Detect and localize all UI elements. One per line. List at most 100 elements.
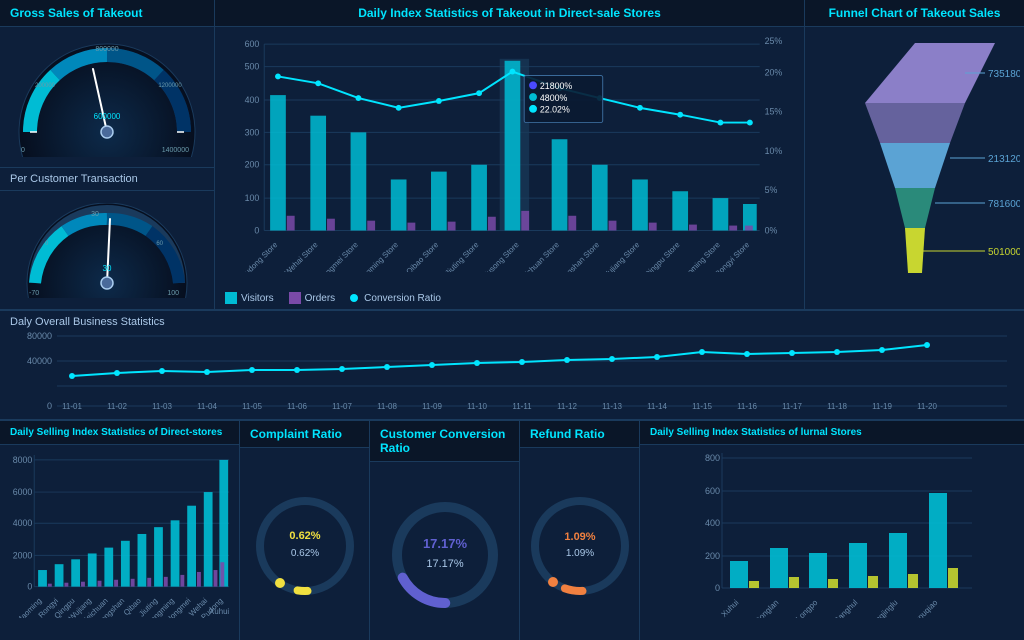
middle-row: Daly Overall Business Statistics 80000 4… — [0, 310, 1024, 420]
conversion-chart: 17.17% 17.17% — [370, 462, 519, 640]
conversion-color — [350, 294, 358, 302]
svg-text:0.62%: 0.62% — [289, 530, 320, 542]
direct-chart-svg: 0 2000 4000 6000 8000 — [5, 448, 234, 618]
svg-text:17.17%: 17.17% — [422, 536, 467, 551]
svg-text:22.02%: 22.02% — [540, 105, 570, 115]
svg-text:8000: 8000 — [13, 455, 33, 465]
svg-text:Wehai Store: Wehai Store — [283, 240, 320, 272]
svg-text:20%: 20% — [765, 67, 783, 77]
overall-chart-svg: 80000 40000 0 — [10, 331, 1014, 411]
svg-text:11-19: 11-19 — [872, 402, 892, 411]
direct-stores-chart: 0 2000 4000 6000 8000 — [0, 445, 239, 640]
gross-sales-title: Gross Sales of Takeout — [0, 0, 214, 27]
svg-text:Xuhui: Xuhui — [209, 607, 229, 616]
svg-text:Hongmei Store: Hongmei Store — [317, 240, 360, 272]
svg-text:4000: 4000 — [13, 518, 33, 528]
svg-text:300: 300 — [245, 127, 260, 137]
svg-text:30: 30 — [102, 264, 111, 273]
svg-text:11-12: 11-12 — [557, 402, 577, 411]
orders-color — [289, 292, 301, 304]
svg-text:600: 600 — [245, 39, 260, 49]
svg-text:500: 500 — [245, 62, 260, 72]
svg-text:5%: 5% — [765, 185, 778, 195]
svg-text:Longming Store: Longming Store — [355, 240, 400, 272]
svg-text:Pudong Store: Pudong Store — [239, 240, 279, 272]
svg-text:11-15: 11-15 — [692, 402, 712, 411]
svg-text:6000: 6000 — [13, 487, 33, 497]
legend-orders: Orders — [289, 292, 336, 304]
refund-title: Refund Ratio — [520, 421, 639, 448]
svg-text:11-08: 11-08 — [377, 402, 397, 411]
gross-sales-gauge-container: 0 800000 1400000 200000 1200000 600000 — [0, 27, 214, 167]
svg-text:200000: 200000 — [34, 83, 55, 89]
svg-text:11-17: 11-17 — [782, 402, 802, 411]
conversion-label: Conversion Ratio — [364, 293, 441, 304]
svg-text:-70: -70 — [29, 290, 39, 297]
svg-text:60: 60 — [156, 241, 163, 247]
svg-text:100: 100 — [245, 193, 260, 203]
svg-text:1.09%: 1.09% — [564, 531, 595, 543]
complaint-title: Complaint Ratio — [240, 421, 369, 448]
lurnal-chart-svg: 0 200 400 600 800 — [645, 448, 1019, 618]
svg-text:4800%: 4800% — [540, 93, 568, 103]
svg-text:80000: 80000 — [27, 331, 52, 341]
svg-text:11-06: 11-06 — [287, 402, 307, 411]
dashboard: Gross Sales of Takeout — [0, 0, 1024, 640]
svg-text:7351800%: 7351800% — [988, 69, 1020, 80]
complaint-gauge-svg: 0.62% 0.62% — [250, 491, 360, 601]
svg-text:100: 100 — [167, 290, 179, 297]
svg-text:600000: 600000 — [93, 112, 120, 121]
svg-text:0: 0 — [715, 583, 720, 593]
svg-text:10%: 10% — [765, 146, 783, 156]
svg-text:600: 600 — [705, 486, 720, 496]
lurnal-panel: Daily Selling Index Statistics of lurnal… — [640, 421, 1024, 640]
svg-text:Qibao Store: Qibao Store — [404, 240, 440, 272]
conversion-title: Customer Conversion Ratio — [370, 421, 519, 462]
svg-text:17.17%: 17.17% — [426, 558, 464, 570]
svg-text:0: 0 — [254, 225, 259, 235]
refund-gauge-svg: 1.09% 1.09% — [525, 488, 635, 603]
funnel-title: Funnel Chart of Takeout Sales — [805, 0, 1024, 27]
svg-text:2131200%: 2131200% — [988, 154, 1020, 165]
svg-text:Dapuqiao: Dapuqiao — [909, 598, 940, 618]
svg-text:15%: 15% — [765, 107, 783, 117]
svg-text:25%: 25% — [765, 36, 783, 46]
svg-text:11-20: 11-20 — [917, 402, 937, 411]
per-customer-gauge-container: -70 30 100 0 60 30 — [0, 190, 214, 309]
svg-text:0: 0 — [47, 401, 52, 411]
svg-text:11-10: 11-10 — [467, 402, 487, 411]
svg-text:1200000: 1200000 — [158, 83, 182, 89]
svg-text:1.09%: 1.09% — [565, 548, 593, 559]
svg-text:11-13: 11-13 — [602, 402, 622, 411]
conversion-panel: Customer Conversion Ratio 17.17% 17.17% — [370, 421, 520, 640]
svg-text:11-16: 11-16 — [737, 402, 757, 411]
overall-title: Daly Overall Business Statistics — [10, 316, 1014, 328]
svg-text:11-02: 11-02 — [107, 402, 127, 411]
complaint-panel: Complaint Ratio 0.62% 0.62% — [240, 421, 370, 640]
svg-text:Wujiang Store: Wujiang Store — [600, 240, 641, 272]
svg-text:800000: 800000 — [95, 46, 118, 53]
svg-text:Donglan: Donglan — [753, 598, 780, 618]
visitors-label: Visitors — [241, 293, 274, 304]
bar-chart-area: 0 100 200 300 400 500 600 0% 5% 10% 15% … — [215, 27, 804, 287]
svg-text:Qingpu Store: Qingpu Store — [643, 240, 682, 272]
svg-text:2000: 2000 — [13, 550, 33, 560]
lurnal-chart: 0 200 400 600 800 — [640, 445, 1024, 640]
svg-text:0%: 0% — [765, 225, 778, 235]
top-row: Gross Sales of Takeout — [0, 0, 1024, 310]
refund-chart: 1.09% 1.09% — [520, 448, 639, 640]
per-customer-title: Per Customer Transaction — [0, 167, 214, 190]
svg-text:0: 0 — [27, 582, 32, 592]
svg-text:Ganghul: Ganghul — [832, 598, 860, 618]
svg-text:11-04: 11-04 — [197, 402, 217, 411]
legend-visitors: Visitors — [225, 292, 274, 304]
svg-text:Husong Store: Husong Store — [481, 240, 521, 272]
daily-index-title: Daily Index Statistics of Takeout in Dir… — [215, 0, 804, 27]
svg-text:Nangjinglu: Nangjinglu — [866, 598, 899, 618]
svg-text:Meichuan Store: Meichuan Store — [516, 240, 561, 272]
svg-text:0.62%: 0.62% — [290, 548, 318, 559]
svg-text:1400000: 1400000 — [161, 147, 188, 154]
legend-conversion: Conversion Ratio — [350, 293, 441, 304]
svg-text:Xuhui: Xuhui — [720, 598, 741, 618]
svg-text:11-18: 11-18 — [827, 402, 847, 411]
